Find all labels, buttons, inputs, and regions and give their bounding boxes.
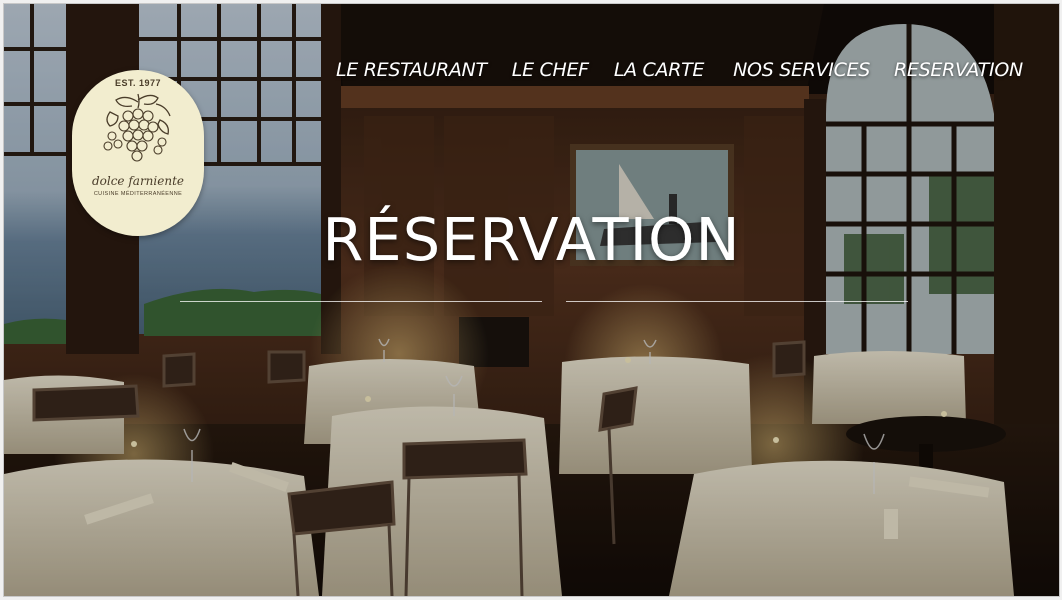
grapes-icon: [103, 93, 171, 162]
logo-tagline: CUISINE MÉDITERRANÉENNE: [93, 191, 183, 197]
nav-le-restaurant[interactable]: LE RESTAURANT: [336, 56, 487, 84]
page-frame: EST. 1977 dolce farniente CUISINE MÉDITE…: [3, 3, 1060, 597]
nav-reservation[interactable]: RESERVATION: [894, 56, 1023, 84]
nav-le-chef[interactable]: LE CHEF: [512, 56, 589, 84]
title-divider-right: [566, 301, 908, 302]
logo-name: dolce farniente: [91, 174, 185, 188]
title-divider-left: [180, 301, 542, 302]
nav-la-carte[interactable]: LA CARTE: [614, 56, 705, 84]
page-title: RÉSERVATION: [322, 205, 741, 274]
nav-nos-services[interactable]: NOS SERVICES: [733, 56, 870, 84]
logo-est-text: EST. 1977: [114, 78, 162, 88]
main-nav: LE RESTAURANT LE CHEF LA CARTE NOS SERVI…: [336, 56, 1023, 84]
